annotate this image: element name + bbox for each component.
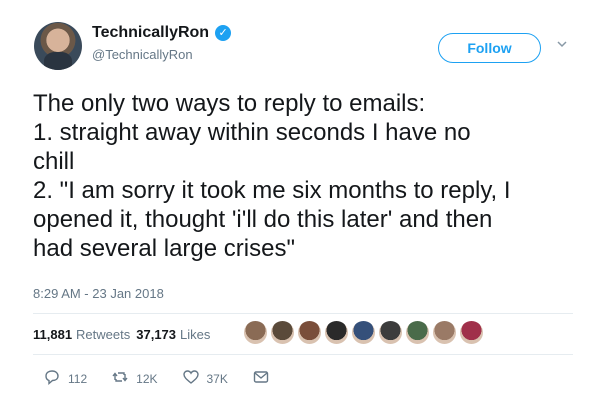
reply-icon — [43, 368, 61, 389]
liker-avatar[interactable] — [270, 320, 295, 345]
reply-count: 112 — [68, 371, 88, 386]
verified-badge-icon: ✓ — [215, 25, 232, 41]
author-name-row: TechnicallyRon ✓ — [92, 24, 232, 42]
liker-avatar[interactable] — [297, 320, 322, 345]
retweets-count: 11,881 — [33, 327, 73, 342]
message-button[interactable] — [252, 368, 270, 389]
liker-avatar[interactable] — [432, 320, 457, 345]
display-name[interactable]: TechnicallyRon — [92, 24, 209, 42]
liker-avatar[interactable] — [405, 320, 430, 345]
reply-button[interactable]: 112 — [43, 368, 87, 389]
tweet-line: The only two ways to reply to emails: — [33, 90, 426, 117]
chevron-down-icon[interactable] — [556, 38, 568, 50]
divider — [33, 354, 573, 355]
likes-count: 37,173 — [136, 327, 177, 342]
heart-icon — [182, 368, 200, 389]
follow-button[interactable]: Follow — [438, 33, 541, 63]
engagement-stats: 11,881 Retweets 37,173 Likes — [33, 327, 210, 342]
liker-avatar[interactable] — [351, 320, 376, 345]
liker-avatar[interactable] — [378, 320, 403, 345]
tweet-line: chill — [33, 148, 75, 175]
liker-avatar[interactable] — [459, 320, 484, 345]
retweet-count: 12K — [136, 371, 158, 386]
avatar[interactable] — [34, 22, 82, 70]
liker-avatars — [243, 320, 484, 345]
liker-avatar[interactable] — [324, 320, 349, 345]
liker-avatar[interactable] — [243, 320, 268, 345]
tweet-line: had several large crises" — [33, 235, 295, 262]
tweet-text: The only two ways to reply to emails: 1.… — [33, 89, 588, 263]
tweet-card: TechnicallyRon ✓ @TechnicallyRon Follow … — [0, 0, 600, 413]
tweet-line: 2. "I am sorry it took me six months to … — [33, 177, 511, 204]
retweets-stat[interactable]: 11,881 Retweets — [33, 327, 130, 342]
retweet-button[interactable]: 12K — [111, 368, 158, 389]
like-button[interactable]: 37K — [182, 368, 228, 389]
divider — [33, 313, 573, 314]
like-count: 37K — [206, 371, 228, 386]
retweet-icon — [111, 368, 129, 389]
envelope-icon — [252, 368, 270, 389]
tweet-timestamp[interactable]: 8:29 AM - 23 Jan 2018 — [33, 286, 164, 301]
likes-label: Likes — [180, 327, 211, 342]
tweet-actions: 112 12K 37K — [43, 368, 294, 389]
likes-stat[interactable]: 37,173 Likes — [136, 327, 210, 342]
tweet-line: 1. straight away within seconds I have n… — [33, 119, 471, 146]
tweet-line: opened it, thought 'i'll do this later' … — [33, 206, 493, 233]
retweets-label: Retweets — [76, 327, 131, 342]
user-handle[interactable]: @TechnicallyRon — [92, 47, 193, 62]
